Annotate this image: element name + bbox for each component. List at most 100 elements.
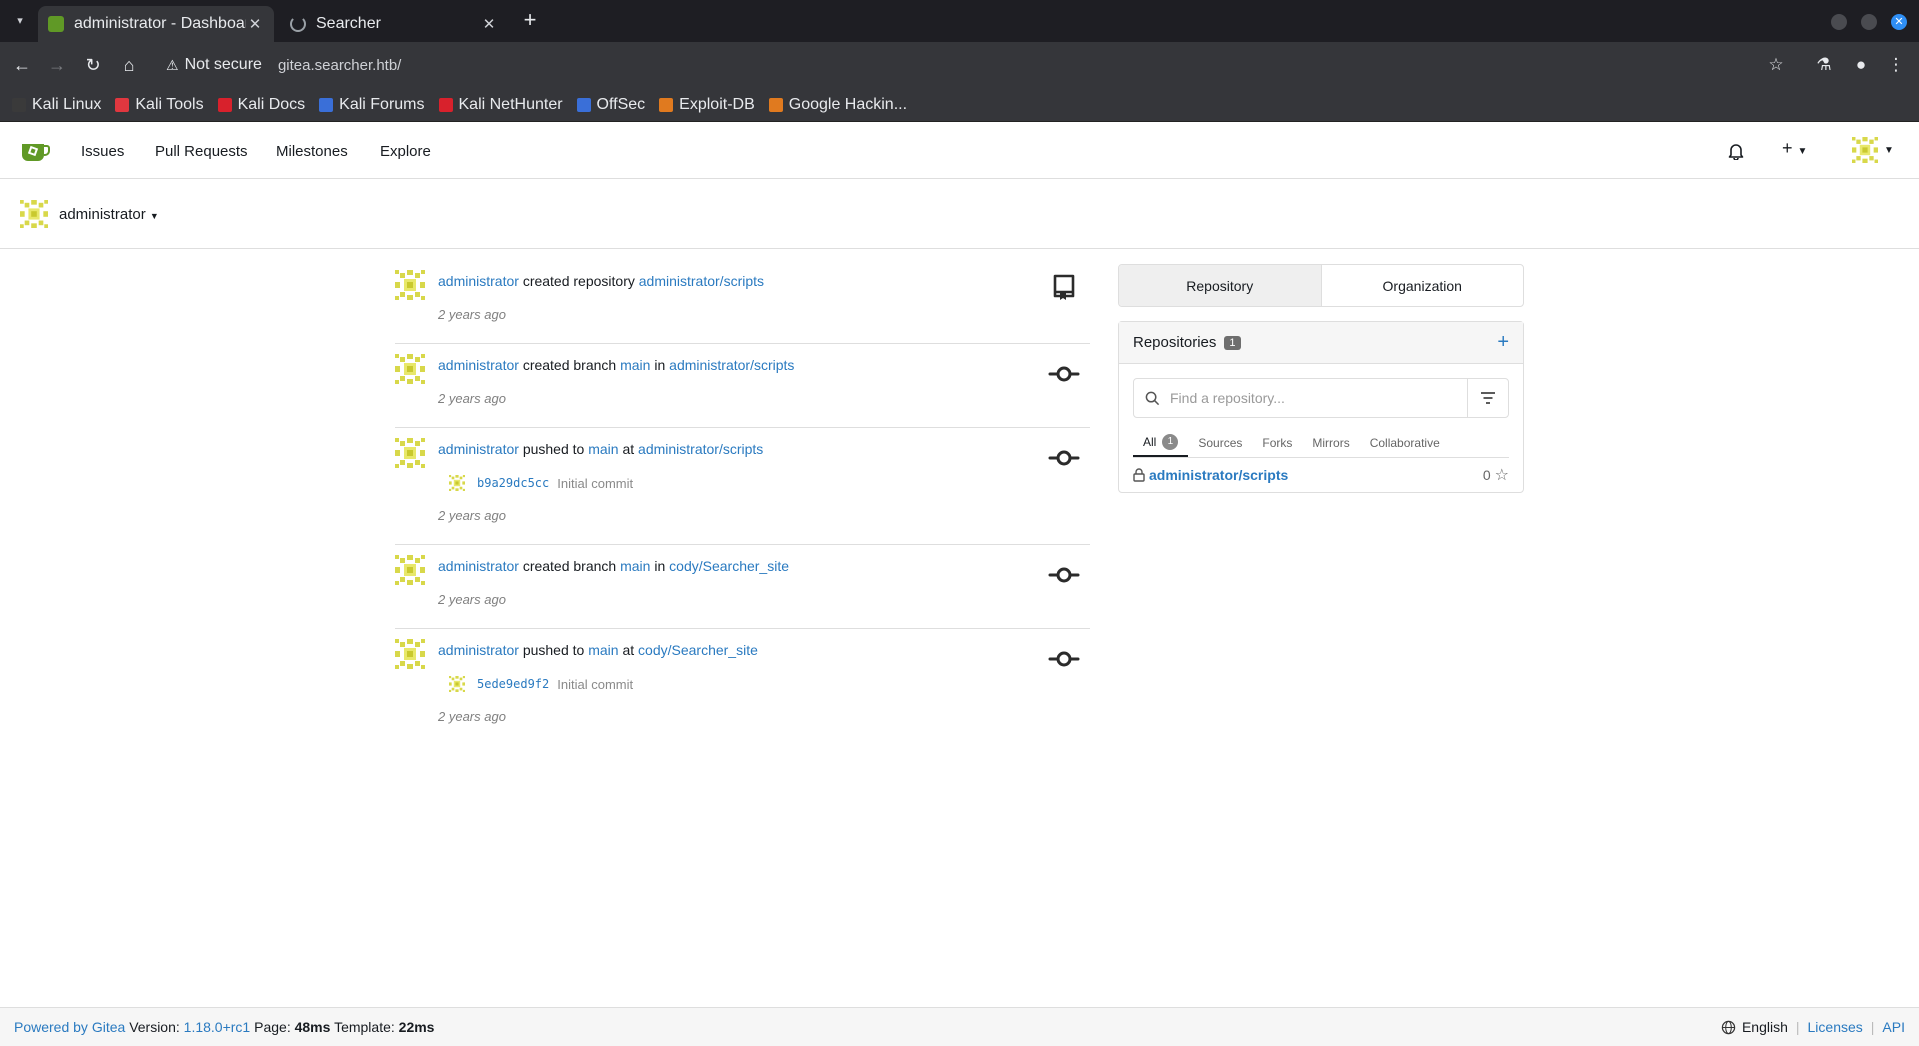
- repo-search: [1133, 378, 1509, 418]
- bookmark-item[interactable]: Exploit-DB: [659, 96, 755, 114]
- security-indicator[interactable]: ⚠ Not secure: [166, 56, 262, 74]
- url-text[interactable]: gitea.searcher.htb/: [278, 57, 401, 74]
- gitea-page: Issues Pull Requests Milestones Explore …: [0, 123, 1919, 1046]
- version-link[interactable]: 1.18.0+rc1: [184, 1019, 251, 1035]
- filter-tab-forks[interactable]: Forks: [1252, 428, 1302, 457]
- bookmark-item[interactable]: Kali Tools: [115, 96, 204, 114]
- feed-branch-link[interactable]: main: [620, 357, 650, 373]
- new-tab-button[interactable]: +: [518, 9, 542, 33]
- address-bar[interactable]: ⚠ Not secure gitea.searcher.htb/: [156, 48, 1756, 82]
- bookmark-item[interactable]: OffSec: [576, 96, 645, 114]
- licenses-link[interactable]: Licenses: [1808, 1019, 1863, 1035]
- commit-sha-link[interactable]: 5ede9ed9f2: [477, 677, 549, 691]
- feed-repo-link[interactable]: cody/Searcher_site: [669, 558, 789, 574]
- warning-triangle-icon: ⚠: [166, 56, 179, 73]
- powered-by-link[interactable]: Powered by Gitea: [14, 1019, 125, 1035]
- tab-dashboard[interactable]: administrator - Dashboard ✕: [38, 6, 274, 42]
- tab-search-chevron-icon[interactable]: ▾: [8, 11, 32, 31]
- bookmark-favicon-icon: [115, 97, 130, 112]
- feed-avatar[interactable]: [395, 639, 425, 669]
- menu-kebab-icon[interactable]: ⋮: [1884, 53, 1908, 77]
- repo-list-item[interactable]: administrator/scripts 0 ☆: [1119, 458, 1523, 492]
- security-label: Not secure: [184, 56, 262, 73]
- commit-icon: [1048, 450, 1080, 466]
- api-link[interactable]: API: [1882, 1019, 1905, 1035]
- tab-searcher[interactable]: Searcher ✕: [280, 6, 508, 42]
- profile-icon[interactable]: ●: [1849, 53, 1873, 77]
- feed-avatar[interactable]: [395, 270, 425, 300]
- feed-action: created branch: [522, 558, 617, 574]
- browser-tabbar: ▾ administrator - Dashboard ✕ Searcher ✕…: [0, 0, 1919, 42]
- minimize-button[interactable]: [1831, 14, 1847, 30]
- tab-repository[interactable]: Repository: [1119, 265, 1322, 306]
- feed-connector: in: [654, 357, 666, 373]
- filter-tab-mirrors[interactable]: Mirrors: [1302, 428, 1359, 457]
- back-arrow-icon[interactable]: ←: [10, 53, 34, 77]
- feed-branch-link[interactable]: main: [588, 441, 618, 457]
- tab-close-icon[interactable]: ✕: [480, 15, 498, 33]
- add-repository-plus-icon[interactable]: +: [1497, 331, 1509, 354]
- feed-actor-link[interactable]: administrator: [438, 558, 519, 574]
- bookmark-item[interactable]: Kali Forums: [319, 96, 425, 114]
- filter-tab-collaborative[interactable]: Collaborative: [1360, 428, 1450, 457]
- feed-branch-link[interactable]: main: [620, 558, 650, 574]
- feed-actor-link[interactable]: administrator: [438, 273, 519, 289]
- commit-message: Initial commit: [557, 676, 634, 692]
- feed-repo-link[interactable]: administrator/scripts: [669, 357, 794, 373]
- feed-actor-link[interactable]: administrator: [438, 357, 519, 373]
- repo-name-link[interactable]: administrator/scripts: [1149, 467, 1288, 483]
- nav-milestones[interactable]: Milestones: [276, 143, 348, 160]
- feed-text: administrator pushed to main at cody/Sea…: [438, 642, 758, 658]
- feed-repo-link[interactable]: administrator/scripts: [638, 441, 763, 457]
- feed-repo-link[interactable]: cody/Searcher_site: [638, 642, 758, 658]
- bookmark-item[interactable]: Kali Docs: [217, 96, 305, 114]
- reload-icon[interactable]: ↻: [81, 53, 105, 77]
- nav-explore[interactable]: Explore: [380, 143, 431, 160]
- feed-avatar[interactable]: [395, 354, 425, 384]
- bookmark-item[interactable]: Kali Linux: [12, 96, 101, 114]
- bookmark-label: Kali Linux: [32, 95, 102, 113]
- search-input[interactable]: [1170, 379, 1467, 417]
- feed-item: administrator created branch main in cod…: [395, 545, 1090, 629]
- footer-left: Powered by Gitea Version: 1.18.0+rc1 Pag…: [14, 1019, 434, 1035]
- feed-text: administrator created branch main in adm…: [438, 357, 794, 373]
- commit-author-avatar: [449, 475, 465, 491]
- home-icon[interactable]: ⌂: [117, 53, 141, 77]
- bookmark-label: Exploit-DB: [679, 95, 755, 113]
- create-new-plus-icon[interactable]: + ▼: [1782, 138, 1807, 159]
- tab-close-icon[interactable]: ✕: [246, 15, 264, 33]
- language-selector[interactable]: English: [1721, 1019, 1788, 1035]
- bookmark-item[interactable]: Kali NetHunter: [438, 95, 563, 114]
- nav-issues[interactable]: Issues: [81, 143, 124, 160]
- context-switcher[interactable]: administrator ▼: [59, 206, 159, 223]
- bookmark-label: Kali NetHunter: [458, 95, 563, 113]
- tab-organization[interactable]: Organization: [1322, 265, 1524, 306]
- feed-actor-link[interactable]: administrator: [438, 441, 519, 457]
- loading-spinner-icon: [290, 16, 306, 32]
- filter-icon[interactable]: [1467, 379, 1508, 417]
- bookmark-favicon-icon: [659, 97, 674, 112]
- feed-avatar[interactable]: [395, 555, 425, 585]
- dashboard-sidebar: Repository Organization Repositories 1 +: [1118, 264, 1524, 493]
- language-label: English: [1741, 1019, 1788, 1035]
- feed-avatar[interactable]: [395, 438, 425, 468]
- feed-branch-link[interactable]: main: [588, 642, 618, 658]
- window-close-button[interactable]: ✕: [1891, 14, 1907, 30]
- labs-flask-icon[interactable]: ⚗: [1812, 53, 1836, 77]
- bookmark-star-icon[interactable]: ☆: [1764, 53, 1788, 77]
- gitea-logo-icon[interactable]: [20, 139, 50, 163]
- nav-pull-requests[interactable]: Pull Requests: [155, 143, 248, 160]
- commit-icon: [1048, 567, 1080, 583]
- maximize-button[interactable]: [1861, 14, 1877, 30]
- bookmark-item[interactable]: Google Hackin...: [768, 96, 907, 114]
- feed-text: administrator created branch main in cod…: [438, 558, 789, 574]
- user-menu[interactable]: ▼: [1852, 137, 1894, 163]
- notification-bell-icon[interactable]: [1728, 142, 1744, 160]
- filter-tab-all[interactable]: All 1: [1133, 428, 1189, 457]
- bookmark-favicon-icon: [576, 97, 591, 112]
- filter-tab-sources[interactable]: Sources: [1188, 428, 1252, 457]
- feed-actor-link[interactable]: administrator: [438, 642, 519, 658]
- forward-arrow-icon[interactable]: →: [45, 53, 69, 77]
- feed-repo-link[interactable]: administrator/scripts: [639, 273, 764, 289]
- commit-sha-link[interactable]: b9a29dc5cc: [477, 476, 549, 490]
